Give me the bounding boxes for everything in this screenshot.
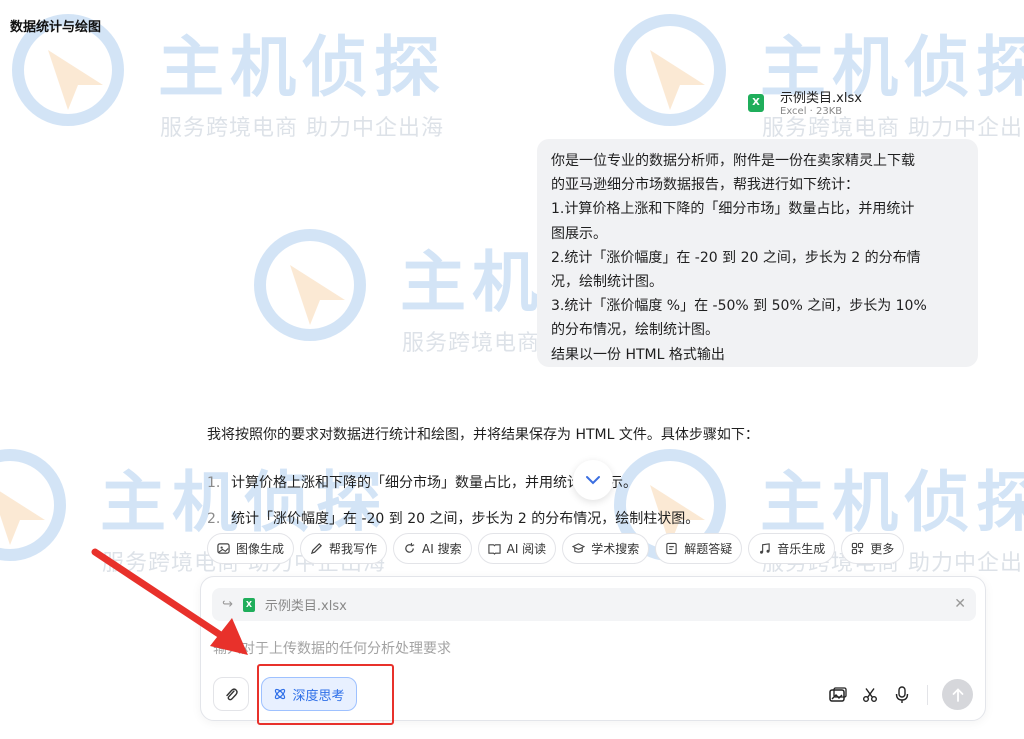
attachment-filename: 示例类目.xlsx bbox=[780, 91, 862, 106]
arrow-up-icon bbox=[952, 687, 963, 702]
watermark-title: 主机侦探 bbox=[158, 29, 446, 106]
paperclip-icon bbox=[226, 688, 238, 701]
tool-label: 帮我写作 bbox=[329, 542, 378, 556]
tool-label: AI 阅读 bbox=[506, 542, 547, 556]
tool-ai-reading[interactable]: AI 阅读 bbox=[477, 533, 557, 564]
book-icon bbox=[487, 544, 501, 555]
chevron-down-icon bbox=[586, 476, 600, 485]
close-icon[interactable]: ✕ bbox=[954, 596, 966, 612]
tool-label: 学术搜索 bbox=[591, 542, 640, 556]
send-button[interactable] bbox=[942, 679, 973, 710]
excel-file-icon: X bbox=[242, 597, 255, 612]
step-number: 2. bbox=[207, 511, 221, 527]
attachment-meta: Excel · 23KB bbox=[780, 106, 843, 117]
pen-icon bbox=[310, 543, 323, 555]
question-icon bbox=[666, 542, 677, 555]
prompt-input[interactable] bbox=[213, 637, 953, 661]
screenshot-button[interactable] bbox=[827, 681, 849, 709]
watermark-globe-icon bbox=[0, 449, 66, 561]
user-message-line: 的分布情况，绘制统计图。 bbox=[551, 322, 719, 339]
tool-ai-search[interactable]: AI 搜索 bbox=[393, 533, 472, 564]
search-refresh-icon bbox=[405, 542, 415, 553]
quoted-filename: 示例类目.xlsx bbox=[264, 599, 347, 614]
page-title: 数据统计与绘图 bbox=[10, 20, 102, 35]
user-message-line: 1.计算价格上涨和下降的「细分市场」数量占比，并用统计 bbox=[551, 201, 915, 218]
user-message-line: 况，绘制统计图。 bbox=[551, 274, 663, 291]
user-message-line: 的亚马逊细分市场数据报告，帮我进行如下统计： bbox=[551, 177, 859, 194]
graduation-cap-icon bbox=[572, 543, 586, 553]
attachment-card[interactable]: X 示例类目.xlsx Excel · 23KB bbox=[736, 78, 886, 124]
tool-label: AI 搜索 bbox=[422, 542, 462, 556]
watermark-globe-icon bbox=[254, 229, 366, 341]
excel-file-icon: X bbox=[748, 94, 764, 112]
grid-icon bbox=[852, 542, 864, 555]
microphone-icon bbox=[895, 685, 909, 703]
assistant-message: 我将按照你的要求对数据进行统计和绘图，并将结果保存为 HTML 文件。具体步骤如… bbox=[207, 424, 847, 444]
tool-label: 音乐生成 bbox=[777, 542, 826, 556]
user-message-line: 3.统计「涨价幅度 %」在 -50% 到 50% 之间，步长为 10% bbox=[551, 298, 927, 315]
scissors-icon bbox=[863, 687, 877, 702]
reply-arrow-icon: ↪ bbox=[222, 597, 233, 612]
tool-image-generate[interactable]: 图像生成 bbox=[207, 533, 295, 564]
scissors-button[interactable] bbox=[859, 681, 881, 709]
watermark-subtitle: 服务跨境电商 助力中企出海 bbox=[160, 116, 444, 141]
user-message-line: 图展示。 bbox=[551, 225, 607, 242]
attach-button[interactable] bbox=[213, 677, 249, 711]
assistant-intro: 我将按照你的要求对数据进行统计和绘图，并将结果保存为 HTML 文件。具体步骤如… bbox=[207, 427, 759, 443]
list-item: 1. 计算价格上涨和下降的「细分市场」数量占比，并用统计图展示。 bbox=[207, 472, 699, 508]
tool-writing[interactable]: 帮我写作 bbox=[300, 533, 388, 564]
voice-input-button[interactable] bbox=[891, 681, 913, 709]
watermark-globe-icon bbox=[614, 14, 726, 126]
user-message-line: 2.统计「涨价幅度」在 -20 到 20 之间，步长为 2 的分布情 bbox=[551, 249, 921, 266]
annotation-highlight-box bbox=[257, 664, 394, 725]
user-message-bubble: 你是一位专业的数据分析师，附件是一份在卖家精灵上下载 的亚马逊细分市场数据报告，… bbox=[537, 139, 978, 367]
step-number: 1. bbox=[207, 475, 221, 491]
user-message-line: 你是一位专业的数据分析师，附件是一份在卖家精灵上下载 bbox=[551, 153, 915, 169]
image-icon bbox=[217, 543, 230, 554]
watermark-title: 主机侦探 bbox=[760, 464, 1024, 541]
quoted-attachment: ↪ X 示例类目.xlsx ✕ bbox=[212, 588, 976, 621]
tool-label: 图像生成 bbox=[236, 542, 285, 556]
tool-problem-solving[interactable]: 解题答疑 bbox=[655, 533, 743, 564]
quick-tools-bar: 图像生成 帮我写作 AI 搜索 AI 阅读 学术搜索 解题答疑 音乐生成 更多 bbox=[207, 533, 905, 564]
music-icon bbox=[760, 543, 770, 554]
scroll-to-bottom-button[interactable] bbox=[573, 460, 613, 500]
user-message-line: 结果以一份 HTML 格式输出 bbox=[551, 346, 725, 363]
composer-actions bbox=[827, 679, 973, 710]
divider bbox=[927, 684, 928, 705]
tool-academic-search[interactable]: 学术搜索 bbox=[562, 533, 650, 564]
tool-more[interactable]: 更多 bbox=[841, 533, 905, 564]
image-upload-icon bbox=[829, 686, 847, 702]
tool-label: 更多 bbox=[870, 542, 895, 556]
tool-label: 解题答疑 bbox=[684, 542, 733, 556]
step-text: 统计「涨价幅度」在 -20 到 20 之间，步长为 2 的分布情况，绘制柱状图。 bbox=[231, 511, 700, 527]
tool-music-generate[interactable]: 音乐生成 bbox=[748, 533, 836, 564]
